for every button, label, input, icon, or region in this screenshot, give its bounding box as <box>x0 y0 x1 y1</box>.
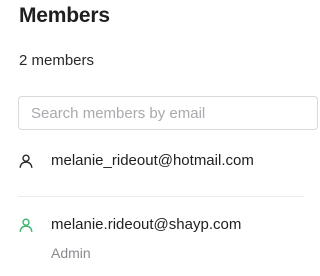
page-title: Members <box>19 4 110 27</box>
members-panel: Members 2 members melanie_rideout@hotmai… <box>0 0 318 276</box>
member-row[interactable]: melanie.rideout@shayp.com Admin <box>0 208 304 272</box>
row-divider <box>18 196 304 197</box>
member-email: melanie.rideout@shayp.com <box>51 216 242 233</box>
member-row[interactable]: melanie_rideout@hotmail.com <box>0 146 304 196</box>
user-icon <box>19 154 33 168</box>
search-members-input[interactable] <box>18 96 318 130</box>
user-icon <box>19 218 33 232</box>
member-email: melanie_rideout@hotmail.com <box>51 152 254 169</box>
member-role: Admin <box>51 245 91 261</box>
member-count: 2 members <box>19 52 95 69</box>
